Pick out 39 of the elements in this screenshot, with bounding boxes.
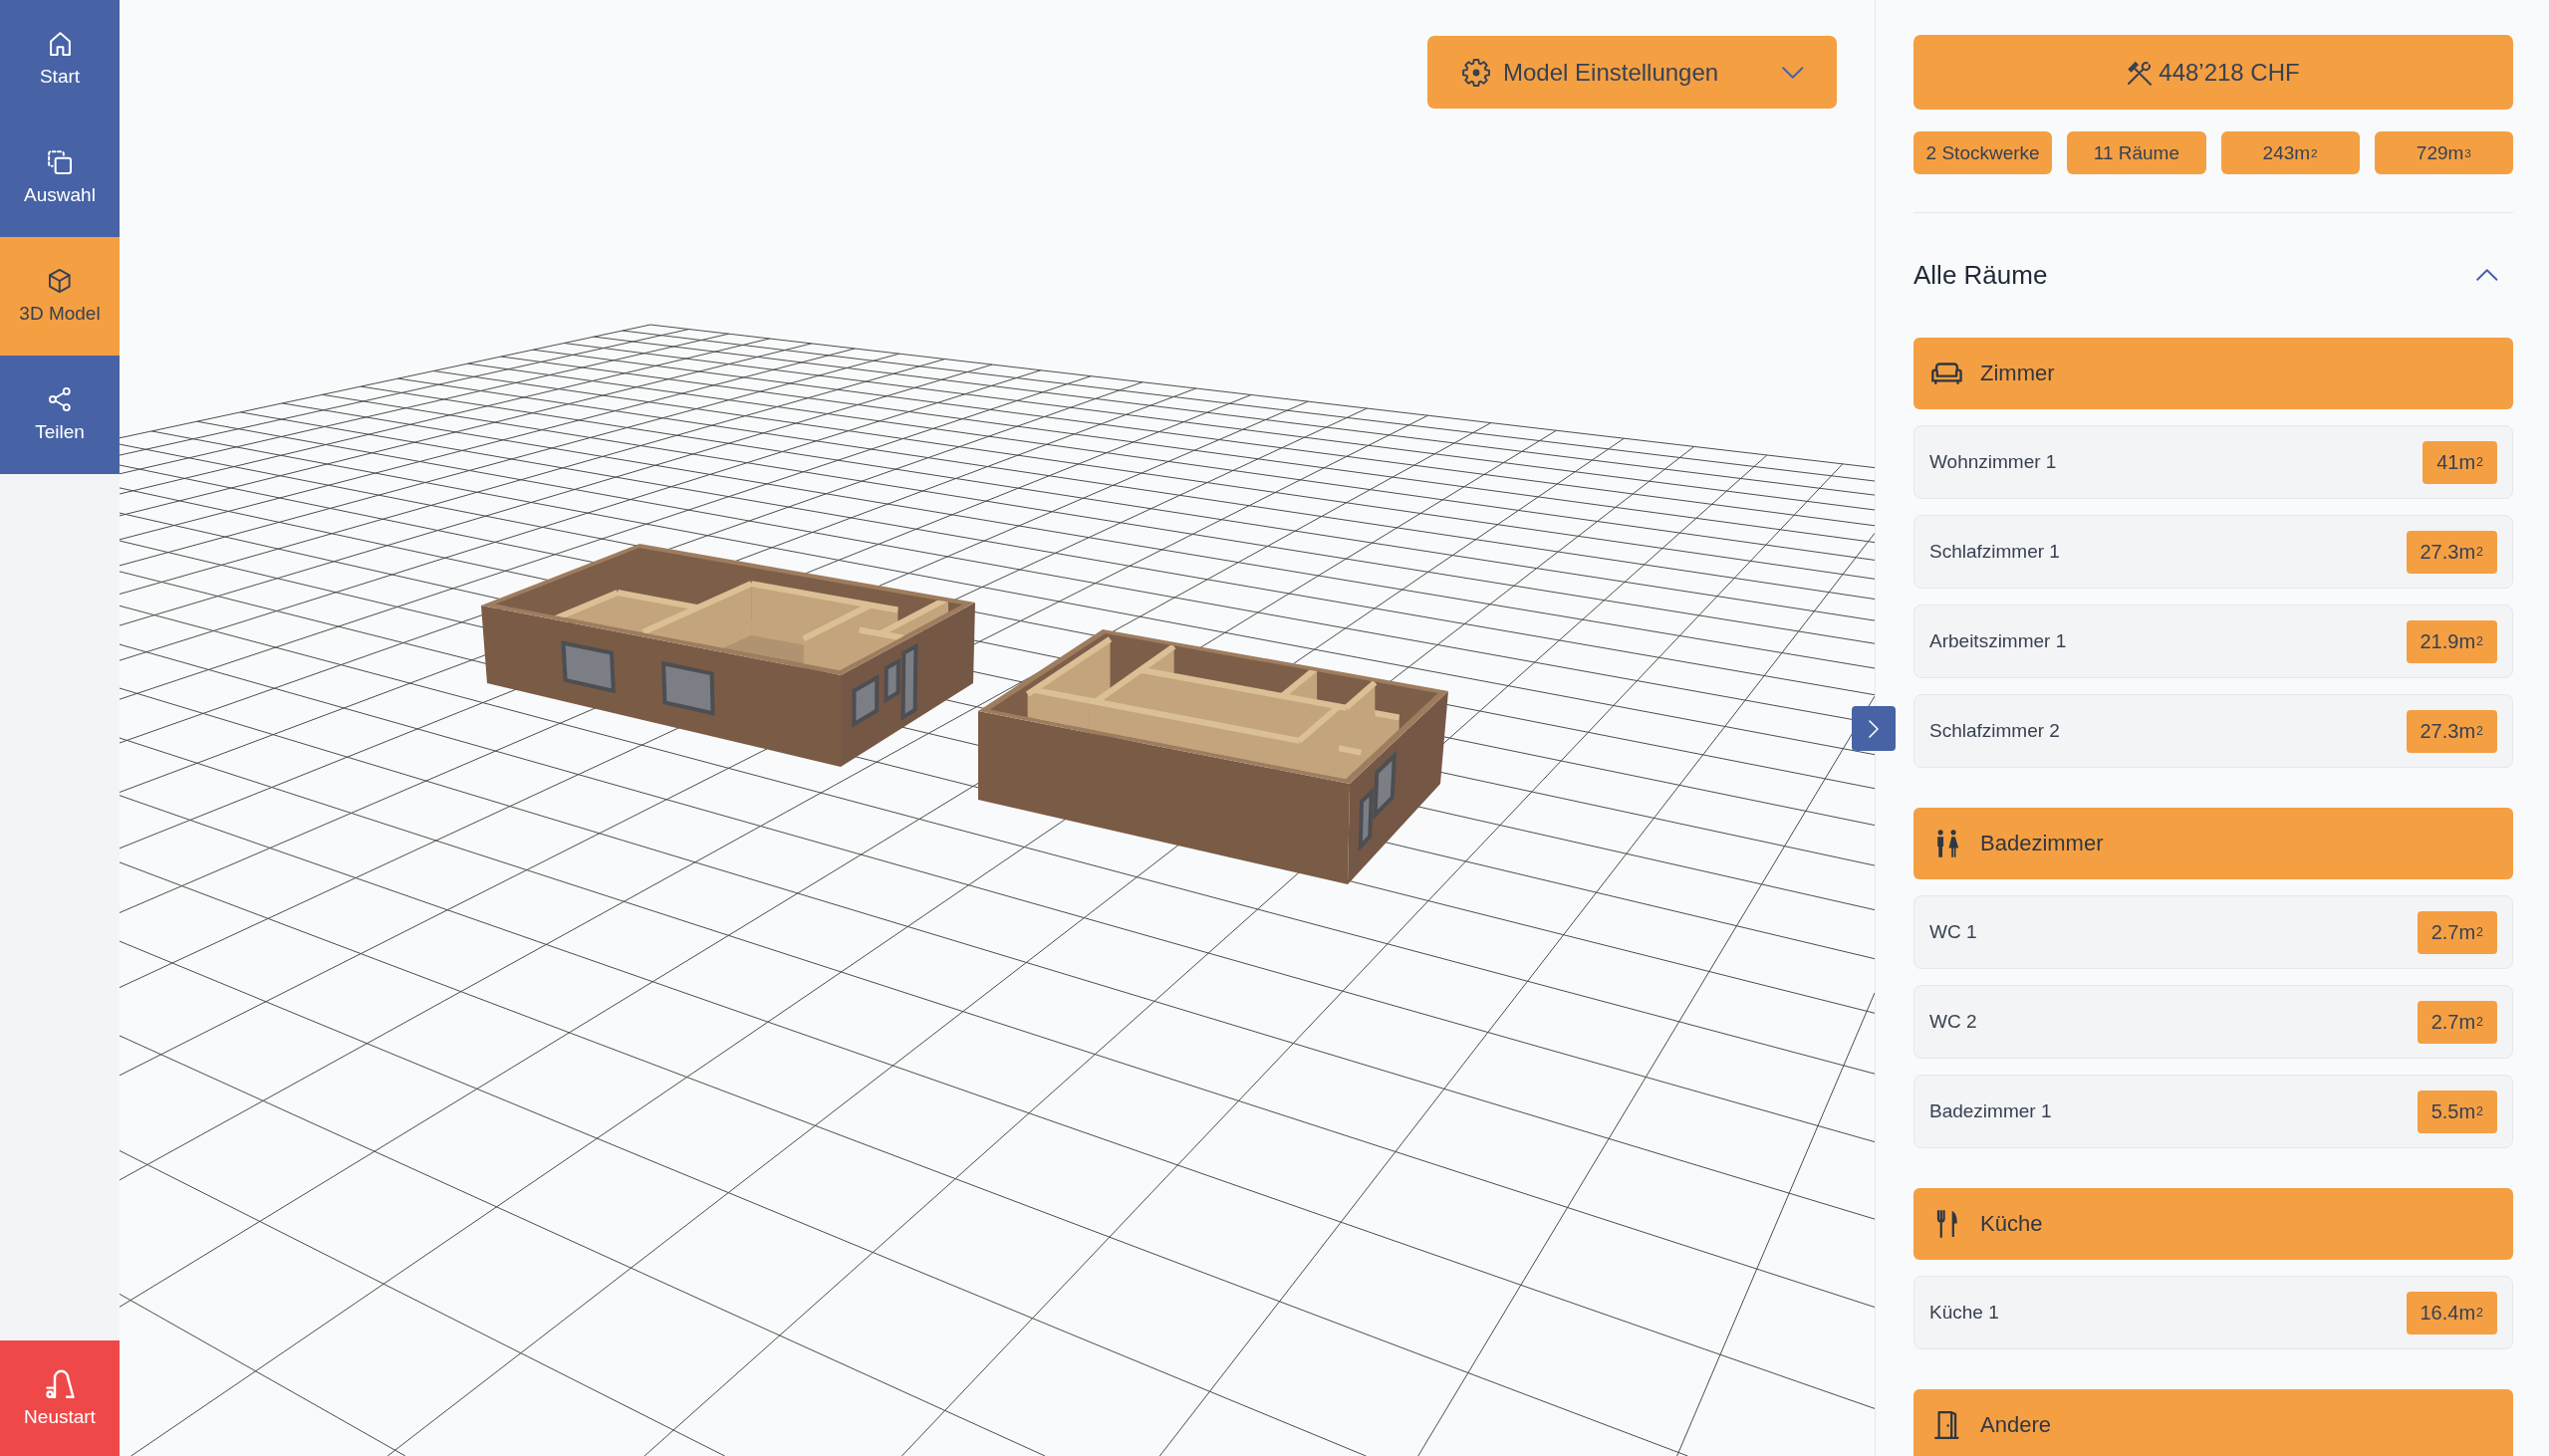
restart-button[interactable]: Neustart <box>0 1340 120 1456</box>
room-name: Badezimmer 1 <box>1929 1100 2052 1122</box>
home-icon <box>49 31 71 56</box>
sidebar-item[interactable]: Auswahl <box>0 119 120 237</box>
sidebar-item[interactable]: 3D Model <box>0 237 120 356</box>
category-header[interactable]: Andere <box>1913 1389 2513 1456</box>
share-icon <box>49 386 71 411</box>
category-header[interactable]: Küche <box>1913 1188 2513 1260</box>
category-header[interactable]: Zimmer <box>1913 338 2513 409</box>
sidebar-item[interactable]: Start <box>0 0 120 119</box>
stat-badge: 243m$^{2}$ <box>2220 131 2360 174</box>
fork-knife-icon <box>1935 1210 1958 1238</box>
chevron-right-icon <box>1869 719 1879 738</box>
room-name: Schlafzimmer 2 <box>1929 720 2060 742</box>
chevron-down-icon <box>1782 66 1804 79</box>
cube-icon <box>49 268 71 293</box>
door-icon <box>1934 1411 1959 1439</box>
sidebar-item[interactable]: Teilen <box>0 356 120 474</box>
room-name: WC 2 <box>1929 1011 1977 1033</box>
room-name: Wohnzimmer 1 <box>1929 451 2057 473</box>
panel-toggle-button[interactable] <box>1852 706 1896 751</box>
stat-badge: 11 Räume <box>2067 131 2206 174</box>
room-name: Schlafzimmer 1 <box>1929 541 2060 563</box>
rooms-section-header[interactable]: Alle Räume <box>1913 251 2513 299</box>
category-header[interactable]: Badezimmer <box>1913 808 2513 879</box>
dashed-square-icon <box>48 149 72 174</box>
sofa-icon <box>1931 363 1962 384</box>
chevron-up-icon <box>2476 269 2498 281</box>
settings-icon <box>1462 58 1490 87</box>
room-name: Küche 1 <box>1929 1302 1999 1324</box>
stat-badge: 2 Stockwerke <box>1913 131 2053 174</box>
stat-badge: 729m$^{3}$ <box>2374 131 2513 174</box>
total-cost-button[interactable]: 448’218 CHF <box>1913 35 2513 110</box>
man-woman-icon <box>1934 830 1959 857</box>
vacuum-cleaner-icon <box>45 1368 75 1398</box>
settings-dropdown[interactable]: Model Einstellungen <box>1427 36 1837 109</box>
hammer-wrench-icon <box>2127 59 2154 86</box>
room-name: Arbeitszimmer 1 <box>1929 630 2067 652</box>
room-name: WC 1 <box>1929 921 1977 943</box>
